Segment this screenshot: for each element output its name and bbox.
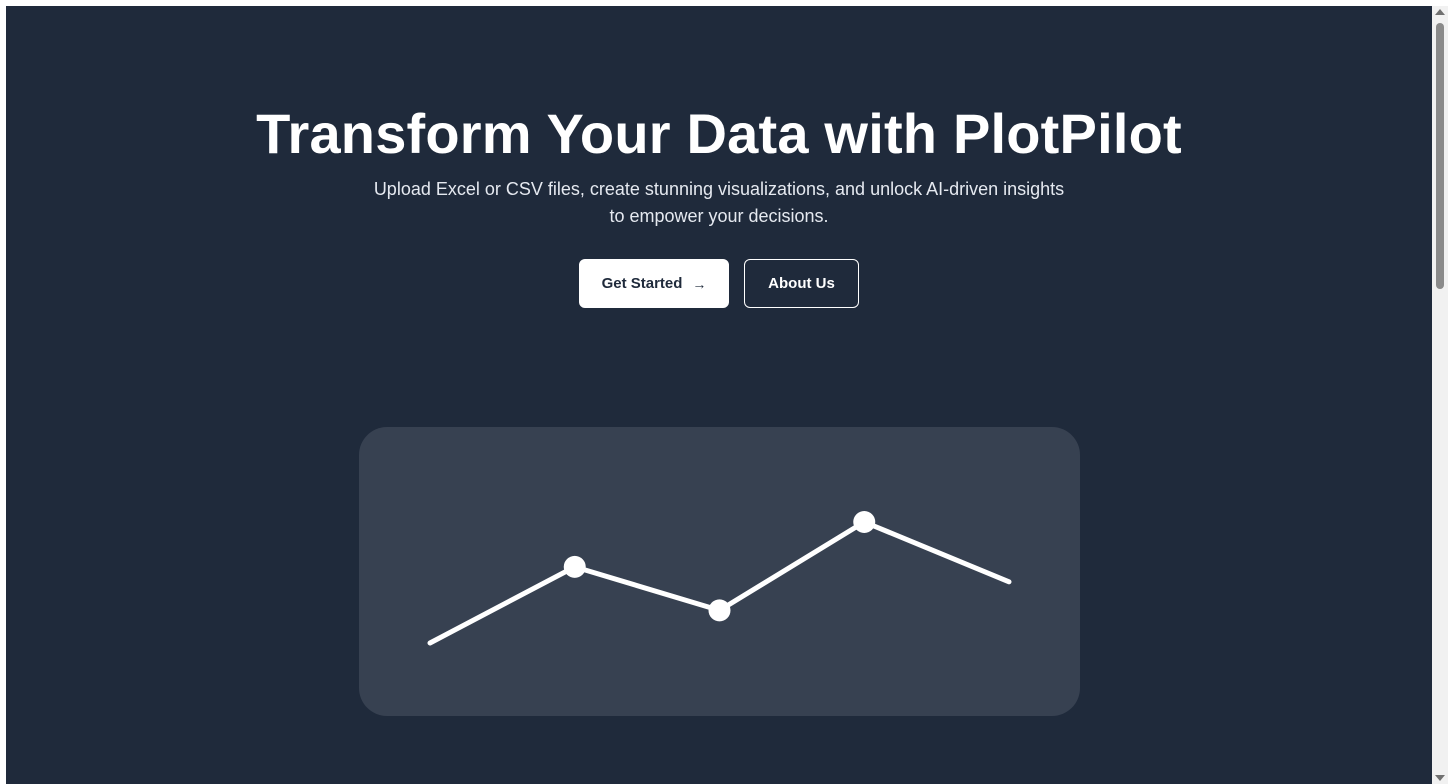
scrollbar-thumb[interactable] bbox=[1436, 23, 1444, 289]
hero-subtitle-line-1: Upload Excel or CSV files, create stunni… bbox=[373, 179, 1065, 199]
scroll-up-arrow-icon[interactable] bbox=[1435, 9, 1445, 15]
about-us-label: About Us bbox=[768, 275, 835, 292]
line-chart-illustration bbox=[427, 511, 1012, 646]
chart-illustration-card bbox=[359, 427, 1080, 716]
page-viewport: Transform Your Data with PlotPilot Uploa… bbox=[6, 6, 1432, 784]
chart-data-point bbox=[563, 555, 586, 578]
chart-data-point bbox=[853, 511, 876, 533]
chart-data-point bbox=[708, 599, 731, 622]
hero-subtitle: Upload Excel or CSV files, create stunni… bbox=[339, 176, 1099, 230]
scroll-down-arrow-icon[interactable] bbox=[1435, 775, 1445, 781]
about-us-button[interactable]: About Us bbox=[744, 259, 859, 308]
arrow-right-icon: → bbox=[692, 275, 707, 292]
get-started-button[interactable]: Get Started → bbox=[579, 259, 729, 308]
hero-title: Transform Your Data with PlotPilot bbox=[256, 102, 1182, 165]
get-started-label: Get Started bbox=[601, 275, 683, 292]
vertical-scrollbar[interactable] bbox=[1432, 6, 1448, 784]
chart-series-line bbox=[427, 519, 1012, 646]
hero-subtitle-line-2: to empower your decisions. bbox=[609, 206, 829, 226]
